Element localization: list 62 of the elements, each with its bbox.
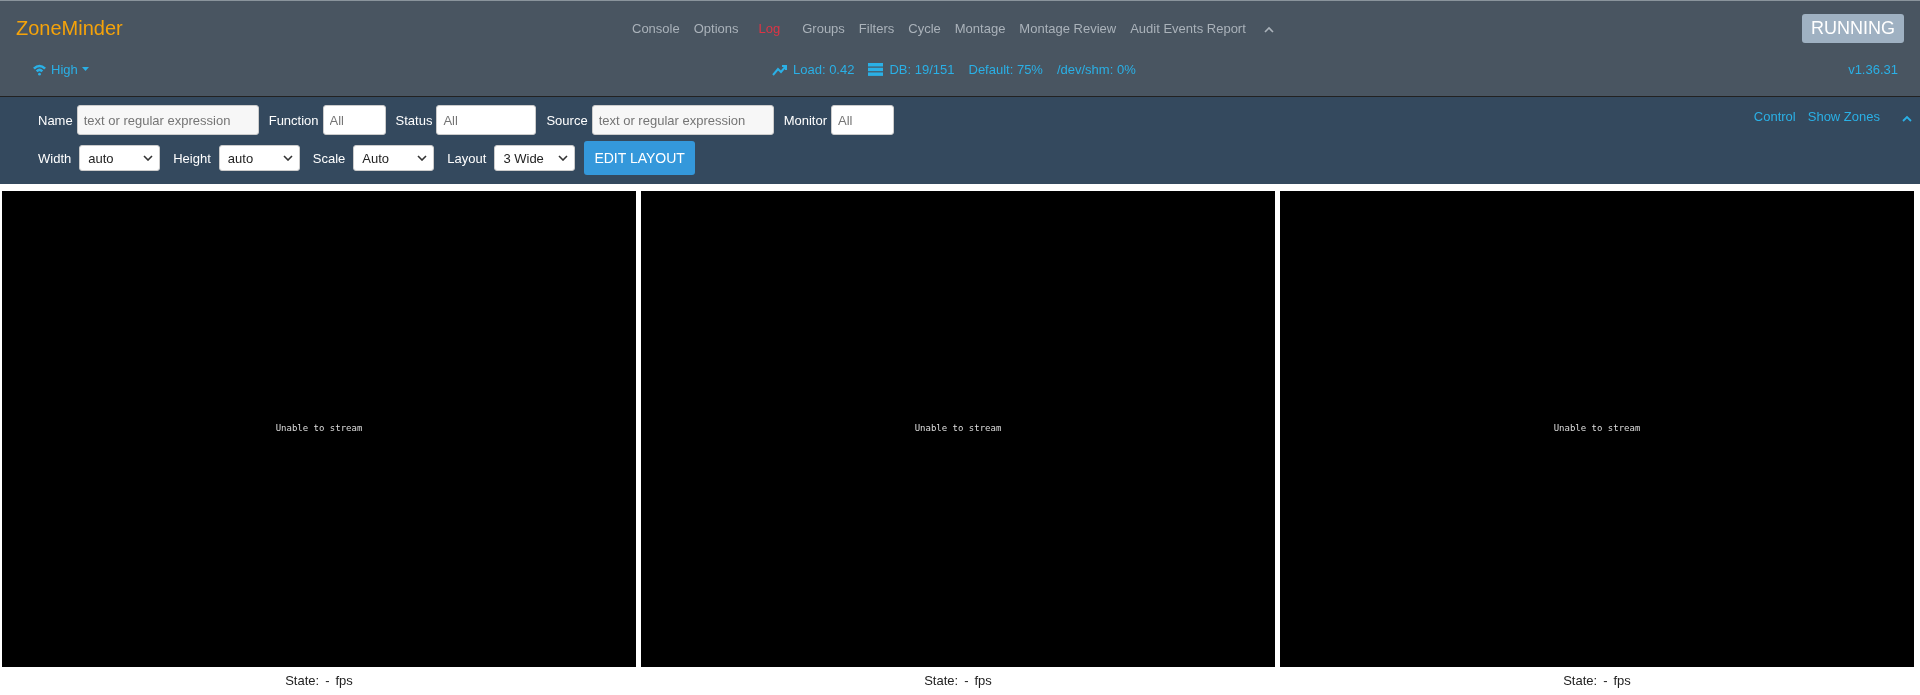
- field-label: Scale: [312, 150, 346, 166]
- status-badge[interactable]: RUNNING: [1802, 14, 1904, 43]
- fps-text: fps: [974, 673, 992, 688]
- video-frame[interactable]: Unable to stream: [1280, 191, 1914, 667]
- select-dropdown[interactable]: auto: [218, 145, 300, 171]
- brand-logo[interactable]: ZoneMinder: [16, 17, 616, 40]
- state-value: -: [964, 673, 969, 688]
- stream-message: Unable to stream: [275, 423, 363, 433]
- stat-text: DB: 19/151: [889, 61, 955, 77]
- toolbar-link[interactable]: Control: [1753, 109, 1796, 124]
- nav-link[interactable]: Groups: [802, 21, 845, 36]
- state-value: -: [325, 673, 330, 688]
- select-dropdown[interactable]: Auto: [353, 145, 435, 171]
- version-text: v1.36.31: [1848, 61, 1898, 77]
- collapse-icon: [1263, 24, 1274, 33]
- wifi-icon: [32, 62, 47, 76]
- field-label: Layout: [447, 150, 487, 166]
- nav-link[interactable]: Options: [693, 21, 739, 36]
- field-label: Height: [173, 150, 211, 166]
- state-value: -: [1603, 673, 1608, 688]
- select-dropdown[interactable]: 3 Wide: [494, 145, 576, 171]
- input-field[interactable]: All: [436, 105, 537, 135]
- select-dropdown[interactable]: auto: [79, 145, 161, 171]
- field-label: Monitor: [783, 112, 827, 128]
- nav-link[interactable]: Cycle: [908, 21, 941, 36]
- nav-link[interactable]: Montage Review: [1019, 21, 1117, 36]
- field-label: Name: [38, 112, 73, 128]
- bandwidth-dropdown[interactable]: High: [51, 61, 78, 77]
- video-frame[interactable]: Unable to stream: [2, 191, 636, 667]
- state-label: State:: [285, 673, 320, 688]
- state-label: State:: [924, 673, 959, 688]
- nav-link[interactable]: Audit Events Report: [1130, 21, 1246, 36]
- stat-text: /dev/shm: 0%: [1056, 61, 1136, 77]
- input-field[interactable]: All: [831, 105, 894, 135]
- input-field[interactable]: text or regular expression: [76, 105, 259, 135]
- nav-link[interactable]: Filters: [858, 21, 895, 36]
- list-icon: [868, 62, 884, 76]
- stat-text: Default: 75%: [968, 61, 1043, 77]
- caret-icon: [81, 67, 89, 71]
- edit-layout-button[interactable]: EDIT LAYOUT: [584, 141, 695, 175]
- trend-icon: [772, 62, 787, 76]
- stream-message: Unable to stream: [1553, 423, 1641, 433]
- chevron-down-icon: [417, 155, 428, 161]
- stat-text: Load: 0.42: [793, 61, 855, 77]
- field-label: Source: [546, 112, 588, 128]
- chevron-down-icon: [143, 155, 154, 161]
- video-frame[interactable]: Unable to stream: [641, 191, 1275, 667]
- chevron-down-icon: [282, 155, 293, 161]
- nav-link[interactable]: Console: [632, 21, 680, 36]
- nav-link[interactable]: Montage: [954, 21, 1006, 36]
- field-label: Function: [268, 112, 319, 128]
- stream-message: Unable to stream: [914, 423, 1002, 433]
- state-label: State:: [1563, 673, 1598, 688]
- fps-text: fps: [335, 673, 353, 688]
- toolbar-link[interactable]: Show Zones: [1807, 109, 1880, 124]
- input-field[interactable]: text or regular expression: [591, 105, 774, 135]
- input-field[interactable]: All: [322, 105, 386, 135]
- collapse-icon: [1902, 114, 1912, 122]
- field-label: Width: [38, 150, 72, 166]
- field-label: Status: [395, 112, 433, 128]
- fps-text: fps: [1613, 673, 1631, 688]
- chevron-down-icon: [558, 155, 569, 161]
